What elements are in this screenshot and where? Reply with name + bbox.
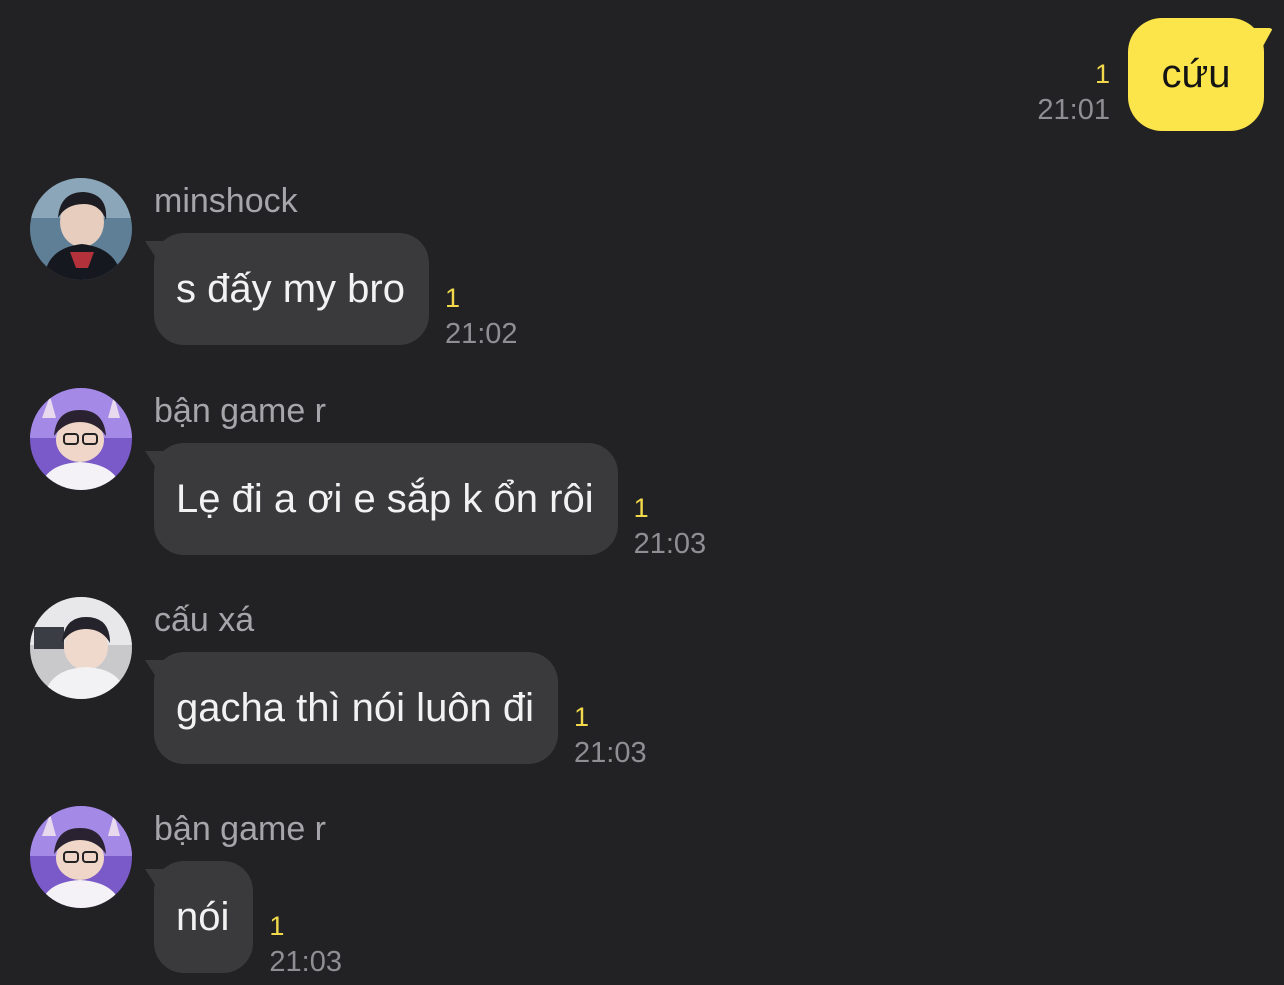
- profile-photo-icon[interactable]: [30, 388, 132, 490]
- message-bubble[interactable]: Lẹ đi a ơi e sắp k ổn rôi: [154, 443, 618, 555]
- unread-count: 1: [444, 283, 460, 313]
- message-time: 21:03: [574, 737, 647, 769]
- message-bubble[interactable]: nói: [154, 861, 254, 973]
- unread-count: 1: [633, 493, 649, 523]
- message-meta: 1 21:03: [634, 493, 707, 561]
- outgoing-message: 1 21:01 cứu: [1037, 18, 1264, 131]
- sender-name[interactable]: minshock: [154, 181, 518, 221]
- outgoing-bubble[interactable]: cứu: [1128, 18, 1264, 131]
- chat-view: 1 21:01 cứu minshock s đấy my bro 1 21:0…: [0, 0, 1284, 985]
- message-meta: 1 21:02: [445, 283, 518, 351]
- unread-count: 1: [574, 702, 590, 732]
- message-meta: 1 21:01: [1037, 59, 1110, 127]
- message-time: 21:03: [269, 946, 342, 978]
- message-meta: 1 21:03: [269, 911, 342, 979]
- message-bubble[interactable]: gacha thì nói luôn đi: [154, 652, 559, 764]
- unread-count: 1: [1094, 59, 1110, 89]
- message-meta: 1 21:03: [574, 702, 647, 770]
- message-time: 21:01: [1037, 94, 1110, 126]
- incoming-message: minshock s đấy my bro 1 21:02: [30, 178, 518, 350]
- profile-photo-icon[interactable]: [30, 597, 132, 699]
- unread-count: 1: [269, 911, 285, 941]
- sender-name[interactable]: cấu xá: [154, 600, 647, 640]
- message-time: 21:02: [444, 318, 518, 350]
- incoming-message: bận game r Lẹ đi a ơi e sắp k ổn rôi 1 2…: [30, 388, 706, 560]
- profile-photo-icon[interactable]: [30, 806, 132, 908]
- sender-name[interactable]: bận game r: [154, 391, 706, 431]
- incoming-message: bận game r nói 1 21:03: [30, 806, 342, 978]
- message-bubble[interactable]: s đấy my bro: [154, 233, 429, 345]
- incoming-message: cấu xá gacha thì nói luôn đi 1 21:03: [30, 597, 647, 769]
- profile-photo-icon[interactable]: [30, 178, 132, 280]
- message-time: 21:03: [633, 528, 707, 560]
- sender-name[interactable]: bận game r: [154, 809, 342, 849]
